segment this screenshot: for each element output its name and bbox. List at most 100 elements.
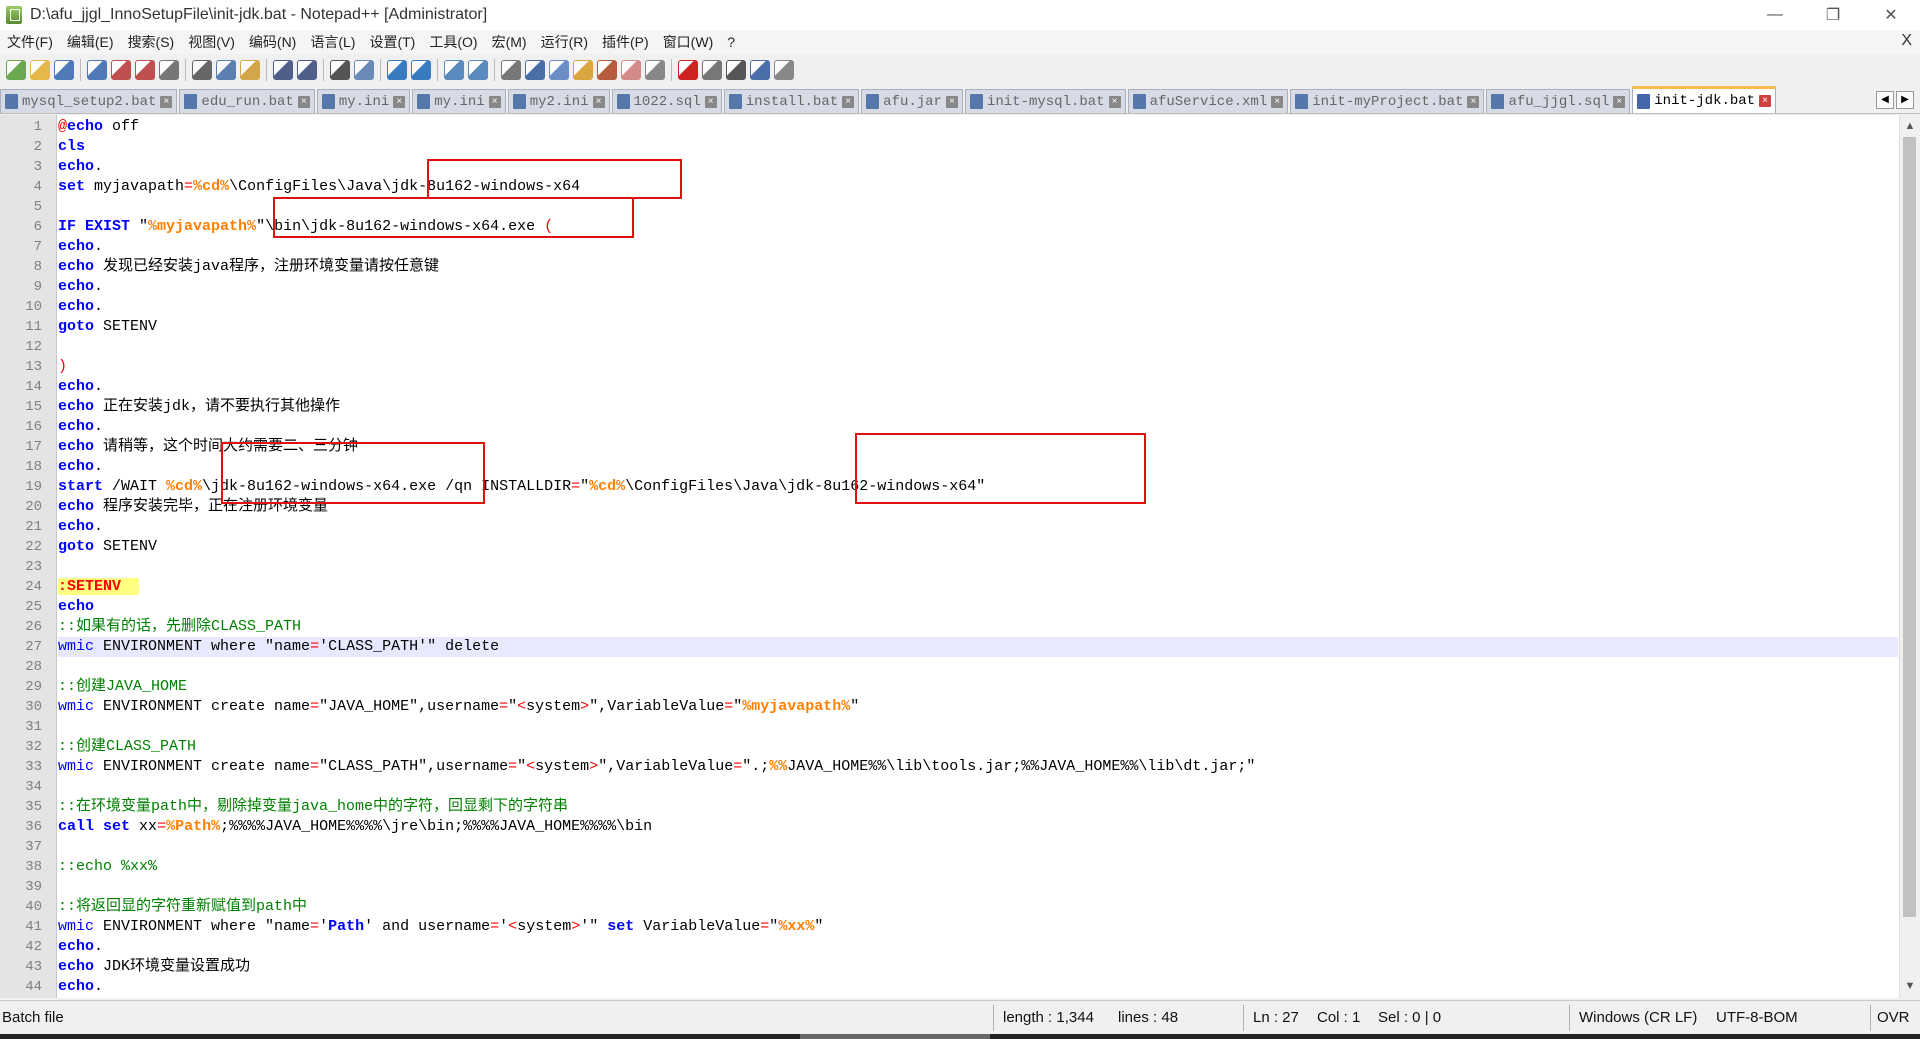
- indent-guide-icon[interactable]: [549, 60, 569, 80]
- tab-close-icon[interactable]: ×: [945, 95, 958, 108]
- code-line[interactable]: 22 goto SETENV: [25, 537, 1898, 557]
- monitor-icon[interactable]: [645, 60, 665, 80]
- menu-item[interactable]: 视图(V): [181, 32, 242, 52]
- tab-document[interactable]: afu.jar ×: [861, 89, 963, 113]
- sync-vertical-icon[interactable]: [444, 60, 464, 80]
- code-line[interactable]: 23: [25, 557, 1898, 577]
- code-line[interactable]: 1 @echo off: [34, 117, 1898, 137]
- code-line[interactable]: 35::在环境变量path中，剔除掉变量java_home中的字符，回显剩下的字…: [25, 797, 1898, 817]
- zoom-out-icon[interactable]: [411, 60, 431, 80]
- menu-item[interactable]: 编辑(E): [60, 32, 121, 52]
- tab-document[interactable]: edu_run.bat ×: [179, 89, 315, 113]
- code-line[interactable]: 32::创建CLASS_PATH: [25, 737, 1898, 757]
- undo-icon[interactable]: [273, 60, 293, 80]
- sync-horizontal-icon[interactable]: [468, 60, 488, 80]
- tab-close-icon[interactable]: ×: [1759, 95, 1772, 107]
- tab-document[interactable]: init-myProject.bat ×: [1290, 89, 1485, 113]
- tab-document[interactable]: my2.ini ×: [507, 89, 610, 113]
- menu-item[interactable]: 编码(N): [242, 32, 303, 52]
- run-macro-multiple-icon[interactable]: [750, 60, 770, 80]
- code-line[interactable]: 33 wmic ENVIRONMENT create name="CLASS_PA…: [25, 757, 1898, 777]
- tab-scroll-left-icon[interactable]: ◀: [1876, 91, 1894, 109]
- code-line[interactable]: 15 echo 正在安装jdk，请不要执行其他操作: [25, 397, 1898, 417]
- code-line[interactable]: 36 call set xx=%Path%;%%%%JAVA_HOME%%%%\j…: [25, 817, 1898, 837]
- menu-item[interactable]: 工具(O): [422, 32, 484, 52]
- zoom-in-icon[interactable]: [387, 60, 407, 80]
- code-line[interactable]: 41 wmic ENVIRONMENT where "name='Path' an…: [25, 917, 1898, 937]
- save-all-icon[interactable]: [87, 60, 107, 80]
- tab-document[interactable]: init-jdk.bat ×: [1632, 86, 1777, 113]
- code-line[interactable]: 25 echo: [25, 597, 1898, 617]
- close-all-icon[interactable]: [135, 60, 155, 80]
- tab-close-icon[interactable]: ×: [1108, 95, 1121, 108]
- menu-item[interactable]: 窗口(W): [656, 32, 721, 52]
- tab-document[interactable]: afuService.xml ×: [1127, 89, 1289, 113]
- vertical-scrollbar[interactable]: ▲ ▼: [1899, 115, 1920, 998]
- tab-close-icon[interactable]: ×: [1271, 95, 1284, 108]
- code-line[interactable]: 13): [25, 357, 1898, 377]
- record-macro-icon[interactable]: [678, 60, 698, 80]
- code-line[interactable]: 27 wmic ENVIRONMENT where "name='CLASS_PA…: [25, 637, 1898, 657]
- code-line[interactable]: 24:SETENV: [25, 577, 1898, 597]
- print-icon[interactable]: [159, 60, 179, 80]
- code-line[interactable]: 45echo.: [58, 997, 1898, 998]
- copy-icon[interactable]: [216, 60, 236, 80]
- save-icon[interactable]: [54, 60, 74, 80]
- code-line[interactable]: 37: [25, 837, 1898, 857]
- code-line[interactable]: 11 goto SETENV: [25, 317, 1898, 337]
- menu-item[interactable]: 设置(T): [362, 32, 422, 52]
- close-document-button[interactable]: X: [1901, 32, 1912, 50]
- code-line[interactable]: 31: [25, 717, 1898, 737]
- menu-item[interactable]: 语言(L): [303, 32, 362, 52]
- cut-icon[interactable]: [192, 60, 212, 80]
- scrollbar-thumb[interactable]: [1903, 137, 1916, 917]
- code-line[interactable]: 4 set myjavapath=%cd%\ConfigFiles\Java\jd…: [34, 177, 1898, 197]
- tab-close-icon[interactable]: ×: [160, 95, 173, 108]
- menu-item[interactable]: 插件(P): [595, 32, 656, 52]
- scroll-down-icon[interactable]: ▼: [1900, 977, 1920, 995]
- new-file-icon[interactable]: [6, 60, 26, 80]
- code-line[interactable]: 21 echo.: [25, 517, 1898, 537]
- tab-document[interactable]: my.ini ×: [316, 89, 411, 113]
- code-area[interactable]: 1 @echo off 2 cls 3 echo. 4 set myjavapath=%cd%…: [25, 117, 1898, 998]
- doc-map-icon[interactable]: [573, 60, 593, 80]
- tab-close-icon[interactable]: ×: [1467, 95, 1480, 108]
- menu-item[interactable]: ?: [720, 34, 742, 50]
- tab-close-icon[interactable]: ×: [488, 95, 501, 108]
- tab-document[interactable]: 1022.sql ×: [611, 89, 722, 113]
- code-line[interactable]: 28: [25, 657, 1898, 677]
- code-line[interactable]: 40::将返回显的字符重新赋值到path中: [25, 897, 1898, 917]
- code-line[interactable]: 12: [25, 337, 1898, 357]
- replace-icon[interactable]: [354, 60, 374, 80]
- code-line[interactable]: 38::echo %xx%: [25, 857, 1898, 877]
- code-line[interactable]: 42 echo.: [25, 937, 1898, 957]
- tab-document[interactable]: init-mysql.bat ×: [964, 89, 1126, 113]
- tab-document[interactable]: afu_jjgl.sql ×: [1486, 89, 1631, 113]
- code-line[interactable]: 7 echo.: [34, 237, 1898, 257]
- tab-close-icon[interactable]: ×: [1613, 95, 1626, 108]
- tab-close-icon[interactable]: ×: [704, 95, 717, 108]
- tab-close-icon[interactable]: ×: [592, 95, 605, 108]
- function-list-icon[interactable]: [597, 60, 617, 80]
- play-macro-icon[interactable]: [726, 60, 746, 80]
- tab-close-icon[interactable]: ×: [393, 95, 406, 108]
- tab-document[interactable]: mysql_setup2.bat ×: [0, 89, 178, 113]
- code-line[interactable]: 44 echo.: [25, 977, 1898, 997]
- code-line[interactable]: 34: [25, 777, 1898, 797]
- stop-record-icon[interactable]: [702, 60, 722, 80]
- tab-scroll-right-icon[interactable]: ▶: [1896, 91, 1914, 109]
- save-macro-icon[interactable]: [774, 60, 794, 80]
- code-line[interactable]: 8 echo 发现已经安装java程序，注册环境变量请按任意键: [34, 257, 1898, 277]
- close-icon[interactable]: [111, 60, 131, 80]
- menu-item[interactable]: 运行(R): [534, 32, 595, 52]
- find-icon[interactable]: [330, 60, 350, 80]
- open-file-icon[interactable]: [30, 60, 50, 80]
- tab-document[interactable]: my.ini ×: [412, 89, 506, 113]
- tab-close-icon[interactable]: ×: [297, 95, 310, 108]
- show-all-chars-icon[interactable]: [525, 60, 545, 80]
- menu-item[interactable]: 文件(F): [0, 32, 60, 52]
- code-line[interactable]: 14 echo.: [25, 377, 1898, 397]
- code-line[interactable]: 10 echo.: [25, 297, 1898, 317]
- code-line[interactable]: 2 cls: [34, 137, 1898, 157]
- maximize-button[interactable]: ❐: [1804, 0, 1862, 30]
